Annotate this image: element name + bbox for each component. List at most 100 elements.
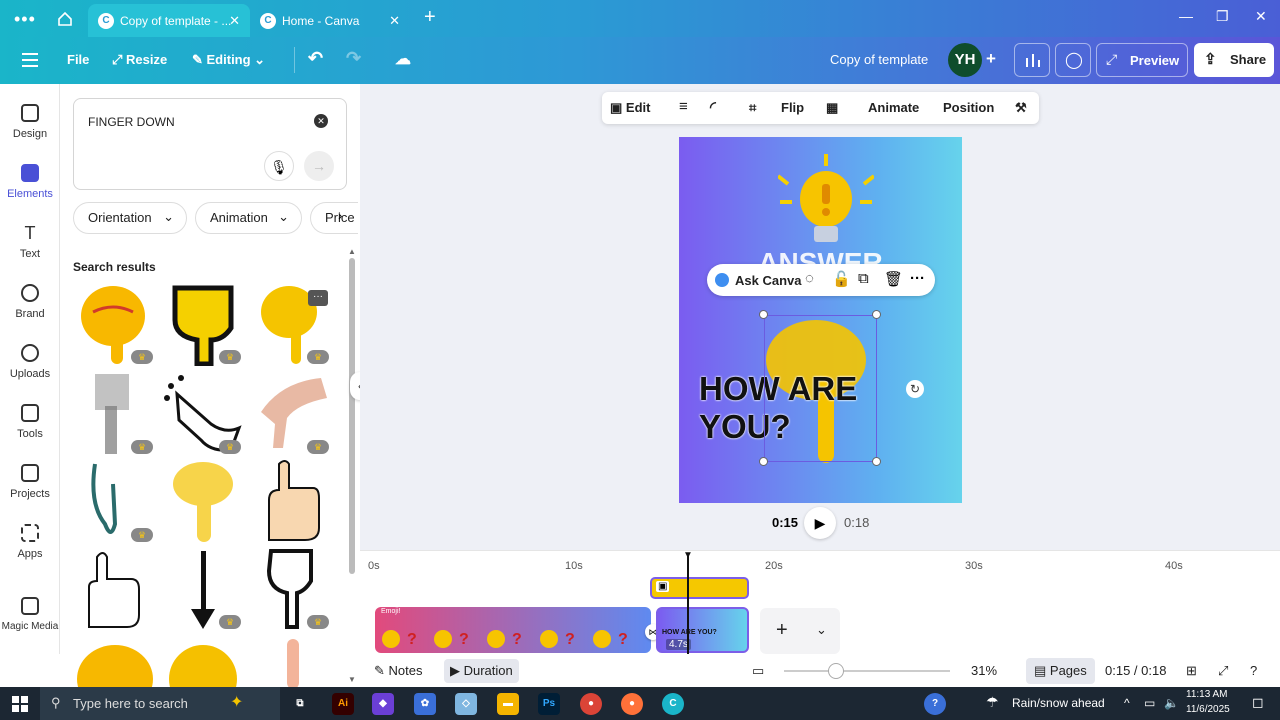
result-outline-hand[interactable] <box>75 547 155 631</box>
duration-button[interactable]: ▶ Duration <box>444 659 519 683</box>
chevron-down-icon[interactable]: ⌄ <box>816 622 827 638</box>
result-halftone-hand[interactable]: ♛ <box>75 372 155 456</box>
hamburger-menu-icon[interactable] <box>22 53 38 67</box>
transparency-icon[interactable]: ▦ <box>826 100 838 116</box>
avatar[interactable]: YH <box>948 43 982 77</box>
lock-icon[interactable]: 🔓 <box>832 270 851 288</box>
animate-button[interactable]: Animate <box>868 100 919 115</box>
result-realistic-hand[interactable]: ♛ <box>251 372 331 456</box>
result-yellow-flat-hand[interactable] <box>163 460 243 544</box>
result-pink-finger[interactable] <box>251 639 331 687</box>
redo-icon[interactable]: ↷ <box>346 48 361 69</box>
photoshop-icon[interactable]: Ps <box>538 693 560 715</box>
search-query[interactable]: FINGER DOWN <box>88 115 175 129</box>
result-yellow-round-hand[interactable] <box>163 639 243 687</box>
copy-style-icon[interactable]: ⚒ <box>1015 100 1027 116</box>
result-line-hand-teal[interactable]: ♛ <box>75 460 155 544</box>
copilot-icon[interactable]: ◆ <box>372 693 394 715</box>
ask-canva-button[interactable]: Ask Canva <box>735 273 801 288</box>
corner-rounding-icon[interactable]: ◜ <box>710 98 716 116</box>
filter-chip-animation[interactable]: Animation ⌄ <box>195 202 302 234</box>
rotate-handle-icon[interactable]: ↻ <box>906 380 924 398</box>
delete-icon[interactable]: 🗑 <box>884 270 903 288</box>
insights-button[interactable] <box>1014 43 1050 77</box>
more-options-icon[interactable]: ··· <box>308 290 328 306</box>
microphone-icon[interactable]: 🎙 <box>264 151 294 181</box>
timeline-clip-page-1[interactable]: Emoji! ????? <box>375 607 651 653</box>
selection-box[interactable] <box>764 315 877 462</box>
zoom-level[interactable]: 31% <box>971 663 997 678</box>
add-collaborator-icon[interactable]: + <box>986 49 996 69</box>
result-finger-down-orange[interactable]: ♛ <box>75 282 155 366</box>
file-menu[interactable]: File <box>67 52 89 67</box>
search-input[interactable]: FINGER DOWN ✕ 🎙 → <box>73 98 347 190</box>
sidebar-item-magic-media[interactable]: Magic Media <box>0 597 60 632</box>
play-button[interactable]: ▶ <box>804 507 836 539</box>
share-button[interactable]: ⇪ Share <box>1194 43 1274 77</box>
app-icon[interactable]: ✿ <box>414 693 436 715</box>
weather-text[interactable]: Rain/snow ahead <box>1012 696 1105 710</box>
editing-mode-dropdown[interactable]: ✎ Editing ⌄ <box>192 52 265 68</box>
add-page-button[interactable]: + ⌄ <box>760 608 840 654</box>
sidebar-item-tools[interactable]: Tools <box>0 404 60 440</box>
tray-chevron-icon[interactable]: ^ <box>1124 696 1130 710</box>
taskbar-search-input[interactable]: ⚲ Type here to search ✦ <box>40 687 280 720</box>
resize-button[interactable]: ⤢ Resize <box>112 52 167 68</box>
canva-app-icon[interactable]: C <box>662 693 684 715</box>
comment-add-icon[interactable]: ◌ <box>805 270 814 287</box>
tab-home-canva[interactable]: C Home - Canva ✕ <box>250 4 410 37</box>
filter-chip-orientation[interactable]: Orientation ⌄ <box>73 202 187 234</box>
zoom-slider-thumb[interactable] <box>828 663 844 679</box>
chips-scroll-right-icon[interactable]: › <box>338 208 342 223</box>
timeline-clip-page-2[interactable]: HOW ARE YOU? 4.7s <box>656 607 749 653</box>
zoom-slider[interactable] <box>784 663 950 679</box>
network-icon[interactable]: ▭ <box>1144 696 1155 710</box>
sidebar-item-design[interactable]: Design <box>0 104 60 140</box>
chrome-icon[interactable]: ● <box>580 693 602 715</box>
border-style-icon[interactable]: ≡ <box>679 98 688 115</box>
sidebar-item-elements[interactable]: Elements <box>0 164 60 200</box>
file-explorer-icon[interactable]: ▬ <box>497 693 519 715</box>
timeline-playhead[interactable] <box>687 553 689 654</box>
tab-copy-of-template[interactable]: C Copy of template - ... ✕ <box>88 4 250 37</box>
element-animation-track[interactable]: ▣ <box>650 577 749 599</box>
undo-icon[interactable]: ↶ <box>308 48 323 69</box>
home-icon[interactable] <box>56 10 74 28</box>
result-finger-down-outlined[interactable]: ♛ <box>163 282 243 367</box>
document-title[interactable]: Copy of template <box>830 52 928 67</box>
minimize-icon[interactable]: — <box>1179 8 1193 24</box>
app-icon[interactable]: ◇ <box>455 693 477 715</box>
submit-arrow-icon[interactable]: → <box>304 151 334 181</box>
sidebar-item-brand[interactable]: Brand <box>0 284 60 320</box>
browser-menu-icon[interactable]: ••• <box>14 9 36 30</box>
result-down-arrow[interactable]: ♛ <box>163 547 243 631</box>
resize-handle-bl[interactable] <box>759 457 768 466</box>
pages-button[interactable]: ▤ Pages <box>1026 658 1095 684</box>
more-options-icon[interactable]: ··· <box>910 270 925 287</box>
result-raised-hand[interactable] <box>251 460 331 544</box>
result-tap-hand-outline[interactable]: ♛ <box>163 372 243 456</box>
preview-button[interactable]: ⤢ Preview <box>1096 43 1188 77</box>
resize-handle-tl[interactable] <box>759 310 768 319</box>
new-tab-icon[interactable]: + <box>424 6 436 29</box>
edit-image-button[interactable]: ▣ Edit <box>610 100 650 116</box>
close-tab-icon[interactable]: ✕ <box>389 13 400 29</box>
sidebar-item-uploads[interactable]: Uploads <box>0 344 60 380</box>
fullscreen-icon[interactable]: ⤢ <box>1218 663 1228 679</box>
result-bold-outline-hand[interactable]: ♛ <box>251 547 331 631</box>
illustrator-icon[interactable]: Ai <box>332 693 354 715</box>
sidebar-item-text[interactable]: T Text <box>0 224 60 260</box>
notifications-icon[interactable]: ◻ <box>1252 694 1264 711</box>
close-tab-icon[interactable]: ✕ <box>229 13 240 29</box>
help-app-icon[interactable]: ? <box>924 693 946 715</box>
page-view-icon[interactable]: ▭ <box>752 663 764 679</box>
crop-icon[interactable]: ⌗ <box>749 100 756 116</box>
windows-start-icon[interactable] <box>12 696 28 712</box>
playhead-marker-icon[interactable]: ▼ <box>683 550 693 561</box>
scroll-up-icon[interactable]: ▲ <box>348 247 356 256</box>
panel-scrollbar[interactable] <box>349 258 355 574</box>
result-yellow-blob-hand[interactable] <box>75 639 155 687</box>
help-icon[interactable]: ? <box>1250 663 1257 678</box>
resize-handle-tr[interactable] <box>872 310 881 319</box>
comments-button[interactable]: ◯ <box>1055 43 1091 77</box>
